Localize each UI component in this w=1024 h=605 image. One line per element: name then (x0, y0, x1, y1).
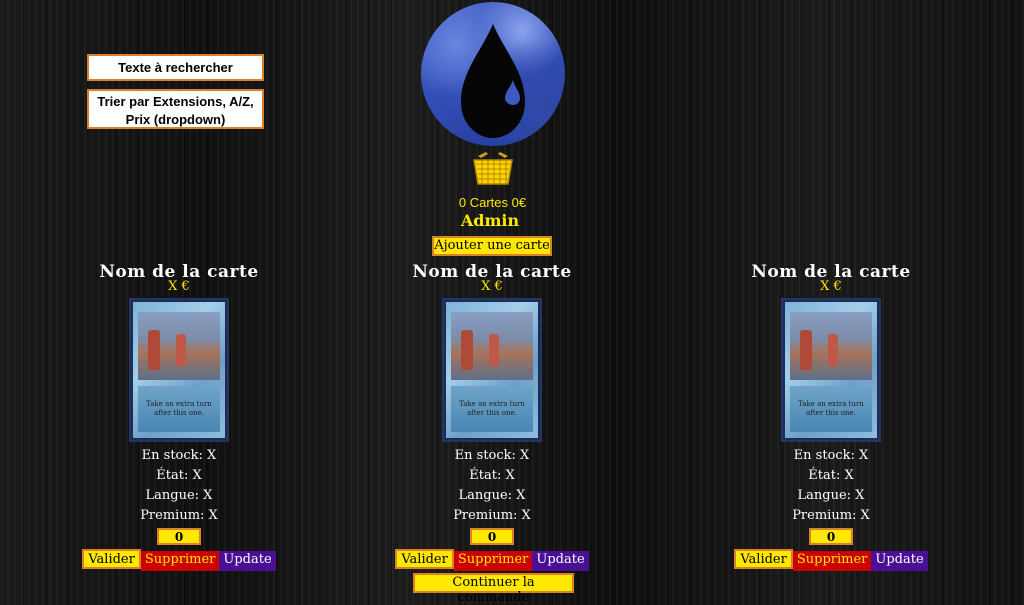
quantity-input[interactable]: 0 (157, 528, 201, 545)
stock-label: En stock: X (793, 448, 869, 463)
validate-button[interactable]: Valider (82, 549, 141, 569)
card-price: X € (481, 279, 503, 294)
premium-label: Premium: X (792, 508, 870, 523)
delete-button[interactable]: Supprimer (792, 551, 872, 571)
card-price: X € (820, 279, 842, 294)
update-button[interactable]: Update (532, 551, 589, 571)
premium-label: Premium: X (140, 508, 218, 523)
card-item: Nom de la carte X € Take an extra turn a… (731, 262, 931, 571)
validate-button[interactable]: Valider (395, 549, 454, 569)
card-item: Nom de la carte X € Take an extra turn a… (79, 262, 279, 571)
delete-button[interactable]: Supprimer (453, 551, 533, 571)
card-image[interactable]: Take an extra turn after this one. (129, 298, 229, 442)
language-label: Langue: X (145, 488, 213, 503)
quantity-input[interactable]: 0 (809, 528, 853, 545)
update-button[interactable]: Update (219, 551, 276, 571)
card-text: Take an extra turn after this one. (798, 400, 864, 417)
stock-label: En stock: X (454, 448, 530, 463)
state-label: État: X (469, 468, 515, 483)
card-text: Take an extra turn after this one. (459, 400, 525, 417)
admin-label[interactable]: Admin (0, 211, 980, 230)
delete-button[interactable]: Supprimer (140, 551, 220, 571)
continue-order-button[interactable]: Continuer la commande (413, 573, 574, 605)
state-label: État: X (808, 468, 854, 483)
water-drop-logo[interactable] (421, 2, 565, 146)
card-price: X € (168, 279, 190, 294)
card-image[interactable]: Take an extra turn after this one. (781, 298, 881, 442)
language-label: Langue: X (797, 488, 865, 503)
quantity-input[interactable]: 0 (470, 528, 514, 545)
stock-label: En stock: X (141, 448, 217, 463)
update-button[interactable]: Update (871, 551, 928, 571)
card-text: Take an extra turn after this one. (146, 400, 212, 417)
card-image[interactable]: Take an extra turn after this one. (442, 298, 542, 442)
search-field[interactable]: Texte à rechercher (87, 54, 264, 81)
cart-summary: 0 Cartes 0€ (458, 195, 527, 210)
language-label: Langue: X (458, 488, 526, 503)
card-item: Nom de la carte X € Take an extra turn a… (392, 262, 592, 571)
premium-label: Premium: X (453, 508, 531, 523)
sort-dropdown[interactable]: Trier par Extensions, A/Z, Prix (dropdow… (87, 89, 264, 129)
validate-button[interactable]: Valider (734, 549, 793, 569)
add-card-button[interactable]: Ajouter une carte (432, 236, 552, 256)
state-label: État: X (156, 468, 202, 483)
shopping-basket-icon[interactable] (472, 150, 514, 188)
